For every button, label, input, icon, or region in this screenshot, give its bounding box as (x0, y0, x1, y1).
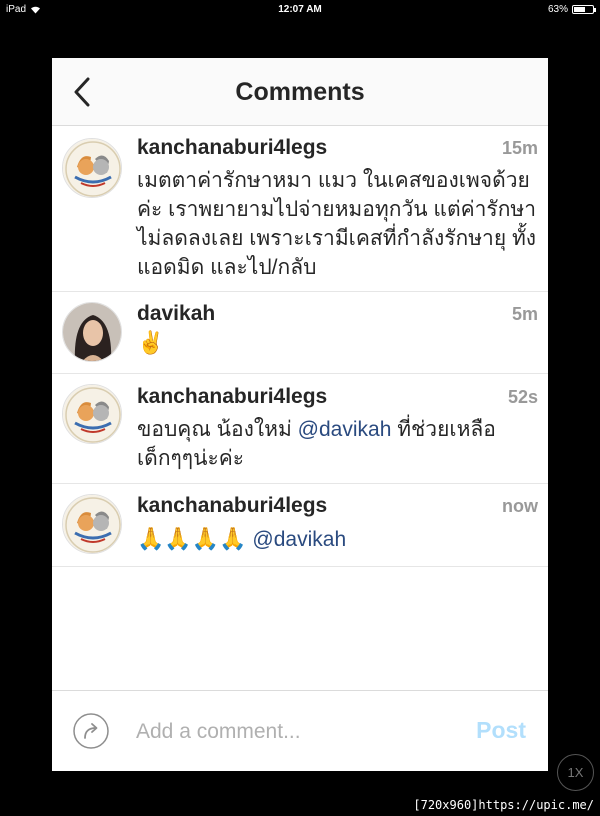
page-logo-avatar (63, 385, 121, 443)
share-icon[interactable] (72, 712, 110, 750)
battery-fill (574, 7, 586, 12)
zoom-button[interactable]: 1X (557, 754, 594, 791)
battery-percent: 63% (547, 4, 568, 15)
comment-text: ✌️ (137, 330, 165, 355)
page-logo-avatar (63, 495, 121, 553)
comment-text: ขอบคุณ น้องใหม่ @davikah ที่ช่วยเหลือเด็… (137, 415, 538, 473)
comment-username[interactable]: kanchanaburi4legs (137, 385, 327, 409)
status-time: 12:07 AM (278, 4, 322, 15)
comment-item: kanchanaburi4legs 15m เมตตาค่ารักษาหมา แ… (52, 127, 548, 292)
avatar[interactable] (62, 494, 122, 554)
page-logo-avatar (63, 139, 121, 197)
comment-item: kanchanaburi4legs 52s ขอบคุณ น้องใหม่ @d… (52, 374, 548, 484)
comment-body: kanchanaburi4legs 15m เมตตาค่ารักษาหมา แ… (137, 127, 548, 282)
comment-time: now (502, 496, 538, 516)
comment-username[interactable]: kanchanaburi4legs (137, 136, 327, 160)
mention-link[interactable]: @davikah (298, 418, 392, 441)
status-bar: iPad 12:07 AM 63% (0, 0, 600, 20)
mention-link[interactable]: @davikah (252, 528, 346, 551)
comment-body: davikah 5m ✌️ (137, 292, 548, 357)
header: Comments (52, 58, 548, 126)
status-right: 63% (547, 4, 596, 15)
comment-username[interactable]: davikah (137, 302, 215, 326)
comments-panel: Comments kanchanaburi4legs 15m เมตตาค่าร… (52, 58, 548, 771)
page-title: Comments (235, 78, 365, 106)
watermark: [720x960]https://upic.me/ (413, 798, 594, 812)
post-button[interactable]: Post (476, 717, 526, 744)
avatar[interactable] (62, 138, 122, 198)
comment-body: kanchanaburi4legs now 🙏🙏🙏🙏 @davikah (137, 484, 548, 554)
battery-icon (572, 5, 596, 14)
comment-emojis: 🙏🙏🙏🙏 (137, 526, 247, 551)
comment-input[interactable] (136, 717, 436, 747)
avatar[interactable] (62, 302, 122, 362)
comment-list: kanchanaburi4legs 15m เมตตาค่ารักษาหมา แ… (52, 127, 548, 567)
comment-text: 🙏🙏🙏🙏 @davikah (137, 524, 538, 554)
comment-time: 52s (507, 387, 538, 407)
comment-item: kanchanaburi4legs now 🙏🙏🙏🙏 @davikah (52, 484, 548, 567)
comment-text-before: ขอบคุณ น้องใหม่ (137, 418, 298, 441)
comment-time: 15m (501, 138, 538, 158)
comment-time: 5m (511, 304, 538, 324)
comment-input-bar: Post (52, 690, 548, 771)
user-photo-avatar (63, 303, 121, 361)
comment-text: เมตตาค่ารักษาหมา แมว ในเคสของเพจด้วยค่ะ … (137, 169, 537, 279)
comment-username[interactable]: kanchanaburi4legs (137, 494, 327, 518)
avatar[interactable] (62, 384, 122, 444)
comment-body: kanchanaburi4legs 52s ขอบคุณ น้องใหม่ @d… (137, 374, 548, 473)
comment-item: davikah 5m ✌️ (52, 292, 548, 374)
